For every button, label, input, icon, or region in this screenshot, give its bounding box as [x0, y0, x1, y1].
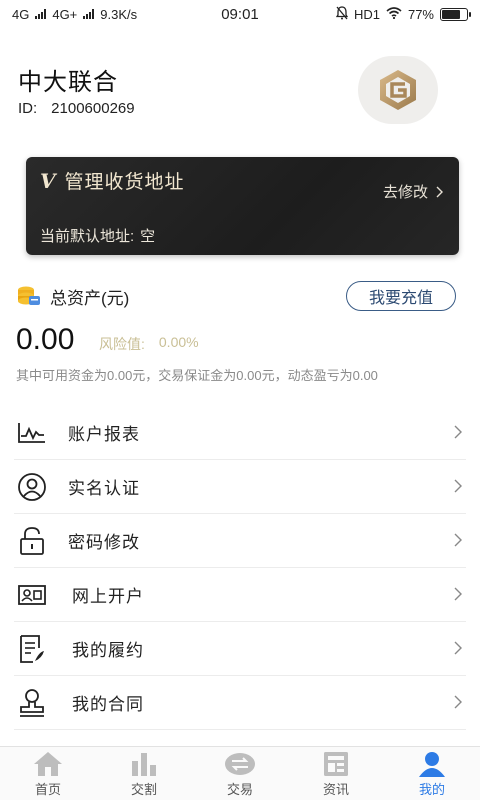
tab-trade[interactable]: 交易	[192, 747, 288, 800]
hd-label: HD1	[353, 6, 380, 22]
status-bar: 4G 4G+ 9.3K/s 09:01 HD1 77%	[0, 0, 480, 28]
menu-item-real-name[interactable]: 实名认证	[14, 460, 466, 514]
menu-item-my-performance[interactable]: 我的履约	[14, 622, 466, 676]
tab-label: 首页	[34, 782, 61, 797]
news-icon	[324, 752, 348, 776]
tab-mine[interactable]: 我的	[384, 747, 480, 800]
person-icon	[419, 752, 445, 777]
network-label-1: 4G	[12, 6, 30, 22]
edit-address-label: 去修改	[382, 184, 428, 201]
signal-icon-2	[83, 9, 95, 19]
network-label-2: 4G+	[52, 6, 78, 22]
chevron-right-icon	[454, 641, 462, 655]
assets-header: 总资产(元) 我要充值	[16, 280, 466, 312]
risk-label: 风险值:	[99, 336, 145, 352]
menu-item-my-contract[interactable]: 我的合同	[14, 676, 466, 730]
chevron-right-icon	[436, 186, 443, 197]
document-sign-icon	[14, 633, 50, 665]
chevron-right-icon	[454, 695, 462, 709]
battery-percent: 77%	[407, 6, 434, 22]
chevron-right-icon	[454, 479, 462, 493]
tab-home[interactable]: 首页	[0, 747, 96, 800]
default-address-label: 当前默认地址:	[40, 228, 135, 245]
default-address: 当前默认地址: 空	[40, 225, 155, 246]
chart-line-icon	[14, 417, 50, 449]
tab-label: 交割	[130, 782, 157, 797]
tab-label: 资讯	[322, 782, 349, 797]
menu-item-open-account[interactable]: 网上开户	[14, 568, 466, 622]
tab-label: 我的	[418, 782, 445, 797]
logo-icon	[380, 70, 416, 110]
bar-chart-icon	[132, 753, 156, 776]
address-title-text: 管理收货地址	[64, 172, 185, 193]
bottom-tab-bar: 首页 交割 交易 资讯 我的	[0, 746, 480, 800]
network-speed: 9.3K/s	[100, 6, 138, 22]
menu-label: 网上开户	[72, 587, 144, 606]
menu-label: 我的履约	[72, 641, 144, 660]
menu-label: 密码修改	[68, 533, 140, 552]
v-badge-icon: V	[40, 168, 57, 193]
assets-title: 总资产(元)	[50, 288, 130, 308]
tab-label: 交易	[226, 782, 253, 797]
tab-delivery[interactable]: 交割	[96, 747, 192, 800]
address-card[interactable]: V 管理收货地址 去修改 当前默认地址: 空	[26, 157, 459, 255]
stamp-icon	[14, 687, 50, 719]
chevron-right-icon	[454, 425, 462, 439]
avatar[interactable]	[358, 56, 438, 124]
menu-label: 我的合同	[72, 695, 144, 714]
exchange-icon	[225, 753, 255, 775]
mute-bell-icon	[335, 5, 349, 23]
chevron-right-icon	[454, 533, 462, 547]
recharge-button[interactable]: 我要充值	[346, 281, 456, 311]
signal-icon	[35, 9, 47, 19]
chevron-right-icon	[454, 587, 462, 601]
wifi-icon	[386, 6, 402, 22]
coins-icon	[18, 286, 40, 305]
id-value: 2100600269	[51, 100, 135, 117]
lock-icon	[14, 525, 50, 557]
battery-icon	[440, 7, 471, 21]
tab-news[interactable]: 资讯	[288, 747, 384, 800]
user-circle-icon	[14, 471, 50, 503]
risk-percent: 0.00%	[158, 334, 199, 350]
risk-value: 风险值: 0.00%	[99, 334, 199, 354]
total-assets-value: 0.00	[16, 323, 75, 356]
menu-label: 实名认证	[68, 479, 140, 498]
menu-item-account-report[interactable]: 账户报表	[14, 406, 466, 460]
menu-item-password[interactable]: 密码修改	[14, 514, 466, 568]
profile-name: 中大联合	[18, 69, 118, 96]
default-address-value: 空	[140, 228, 156, 245]
address-card-title: V 管理收货地址	[40, 167, 185, 194]
id-card-icon	[14, 579, 50, 611]
menu-label: 账户报表	[68, 425, 140, 444]
id-label: ID:	[18, 100, 38, 117]
home-icon	[34, 752, 62, 776]
assets-detail: 其中可用资金为0.00元，交易保证金为0.00元，动态盈亏为0.00	[16, 368, 378, 383]
edit-address-link[interactable]: 去修改	[383, 181, 443, 202]
menu-list: 账户报表 实名认证 密码修改 网上开户 我的履约 我的合同	[0, 406, 480, 730]
profile-id: ID: 2100600269	[18, 100, 135, 117]
